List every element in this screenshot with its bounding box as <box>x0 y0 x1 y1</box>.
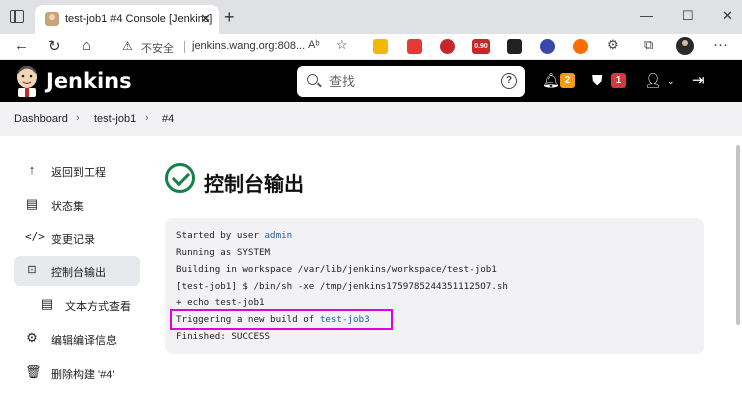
favorite-star-icon[interactable]: ☆ <box>336 37 348 53</box>
search-icon <box>307 74 318 85</box>
sidebar-item-label: 文本方式查看 <box>65 301 131 313</box>
breadcrumb-job[interactable]: test-job1 <box>94 113 136 125</box>
notifications-badge[interactable]: 2 <box>560 73 575 88</box>
extension-6-icon[interactable] <box>540 39 555 54</box>
security-label[interactable]: 不安全 <box>141 40 174 56</box>
extension-5-icon[interactable] <box>507 39 522 54</box>
sidebar-item-status[interactable]: ▤ 状态集 <box>14 190 140 220</box>
user-link[interactable]: admin <box>265 230 293 241</box>
sidebar-item-label: 返回到工程 <box>51 167 106 179</box>
console-line: Finished: SUCCESS <box>176 331 271 342</box>
read-aloud-icon[interactable]: Aᵇ <box>308 39 320 51</box>
extension-3-icon[interactable] <box>440 39 455 54</box>
sidebar-item-console-output[interactable]: ⊡ 控制台输出 <box>14 256 140 286</box>
sidebar-item-label: 状态集 <box>51 201 84 213</box>
console-line: Running as SYSTEM <box>176 247 271 258</box>
minimize-button[interactable]: — <box>640 8 653 23</box>
jenkins-logo-icon[interactable] <box>14 65 40 97</box>
sidebar-item-label: 变更记录 <box>51 234 95 246</box>
warning-icon[interactable]: ⚠ <box>122 39 133 53</box>
more-menu-icon[interactable]: ··· <box>713 36 728 53</box>
extension-7-icon[interactable] <box>573 39 588 54</box>
chevron-right-icon: › <box>76 112 80 124</box>
help-icon[interactable]: ? <box>501 73 517 89</box>
jenkins-favicon-icon <box>45 12 59 26</box>
chevron-down-icon[interactable]: ⌄ <box>667 76 675 87</box>
extension-2-icon[interactable] <box>407 39 422 54</box>
document-icon: ▤ <box>25 196 39 211</box>
collections-icon[interactable]: ⧉ <box>644 37 653 53</box>
trash-icon: 🗑︎ <box>25 364 42 379</box>
sidebar: ↑ 返回到工程 ▤ 状态集 </> 变更记录 ⊡ 控制台输出 ▤ 文本方式查看 … <box>0 136 150 406</box>
code-icon: </> <box>25 230 45 243</box>
home-icon[interactable]: ⌂ <box>82 37 91 54</box>
highlight-box <box>170 309 393 330</box>
bell-icon[interactable]: 🔔︎ <box>542 72 560 89</box>
console-line: Started by user admin <box>176 230 293 241</box>
sidebar-item-view-as-text[interactable]: ▤ 文本方式查看 <box>14 290 140 320</box>
maximize-button[interactable]: ☐ <box>682 8 694 24</box>
tab-actions-icon[interactable] <box>10 10 24 23</box>
sidebar-item-changes[interactable]: </> 变更记录 <box>14 223 140 253</box>
sidebar-item-back-to-project[interactable]: ↑ 返回到工程 <box>14 156 140 186</box>
profile-avatar[interactable] <box>676 37 694 55</box>
back-arrow-icon[interactable]: ← <box>14 37 29 54</box>
extension-1-icon[interactable] <box>373 39 388 54</box>
console-line: + echo test-job1 <box>176 297 265 308</box>
tab-close-icon[interactable]: ✕ <box>200 11 211 27</box>
document-icon: ▤ <box>40 296 54 311</box>
extension-4-icon[interactable]: 0.90 <box>472 39 490 54</box>
tab-title: test-job1 #4 Console [Jenkins] <box>65 13 213 25</box>
gear-icon: ⚙ <box>26 330 38 345</box>
breadcrumb: Dashboard › test-job1 › #4 <box>0 102 742 136</box>
search-box[interactable]: ? <box>297 66 525 97</box>
url-text[interactable]: jenkins.wang.org:808... <box>192 40 305 52</box>
address-divider <box>184 41 185 53</box>
console-line: Building in workspace /var/lib/jenkins/w… <box>176 264 497 275</box>
logout-icon[interactable]: ⇥ <box>692 71 705 89</box>
browser-toolbar: ← ↻ ⌂ ⚠ 不安全 jenkins.wang.org:808... Aᵇ ☆… <box>0 34 742 60</box>
scrollbar-thumb[interactable] <box>736 145 740 325</box>
console-line: [test-job1] $ /bin/sh -xe /tmp/jenkins17… <box>176 281 508 292</box>
security-badge[interactable]: 1 <box>611 73 626 88</box>
shield-icon[interactable]: ⛊ <box>592 72 603 89</box>
new-tab-button[interactable]: + <box>224 7 235 28</box>
jenkins-header: Jenkins ? 🔔︎ 2 ⛊ 1 👤︎ ⌄ ⇥ <box>0 60 742 102</box>
page-title: 控制台输出 <box>204 174 304 196</box>
sidebar-item-edit-build-info[interactable]: ⚙ 编辑编译信息 <box>14 324 140 354</box>
sidebar-item-label: 删除构建 '#4' <box>51 369 115 381</box>
terminal-icon: ⊡ <box>27 264 37 276</box>
close-window-button[interactable]: ✕ <box>722 8 733 24</box>
refresh-icon[interactable]: ↻ <box>48 37 61 55</box>
sidebar-item-delete-build[interactable]: 🗑︎ 删除构建 '#4' <box>14 358 140 388</box>
console-output: Started by user admin Running as SYSTEM … <box>165 218 704 354</box>
chevron-right-icon: › <box>145 112 149 124</box>
breadcrumb-build[interactable]: #4 <box>162 113 174 125</box>
browser-tab[interactable]: test-job1 #4 Console [Jenkins] ✕ <box>35 5 219 34</box>
jenkins-brand[interactable]: Jenkins <box>46 69 132 93</box>
sidebar-item-label: 编辑编译信息 <box>51 335 117 347</box>
browser-tab-strip: test-job1 #4 Console [Jenkins] ✕ + — ☐ ✕ <box>0 0 742 34</box>
search-input[interactable] <box>329 72 489 90</box>
extensions-puzzle-icon[interactable]: ⚙ <box>607 37 619 53</box>
user-icon[interactable]: 👤︎ <box>644 72 662 89</box>
sidebar-item-label: 控制台输出 <box>51 267 106 279</box>
address-bar[interactable]: ⚠ 不安全 jenkins.wang.org:808... <box>110 36 360 58</box>
breadcrumb-dashboard[interactable]: Dashboard <box>14 113 68 125</box>
success-check-icon <box>165 163 195 193</box>
arrow-up-icon: ↑ <box>28 162 36 177</box>
